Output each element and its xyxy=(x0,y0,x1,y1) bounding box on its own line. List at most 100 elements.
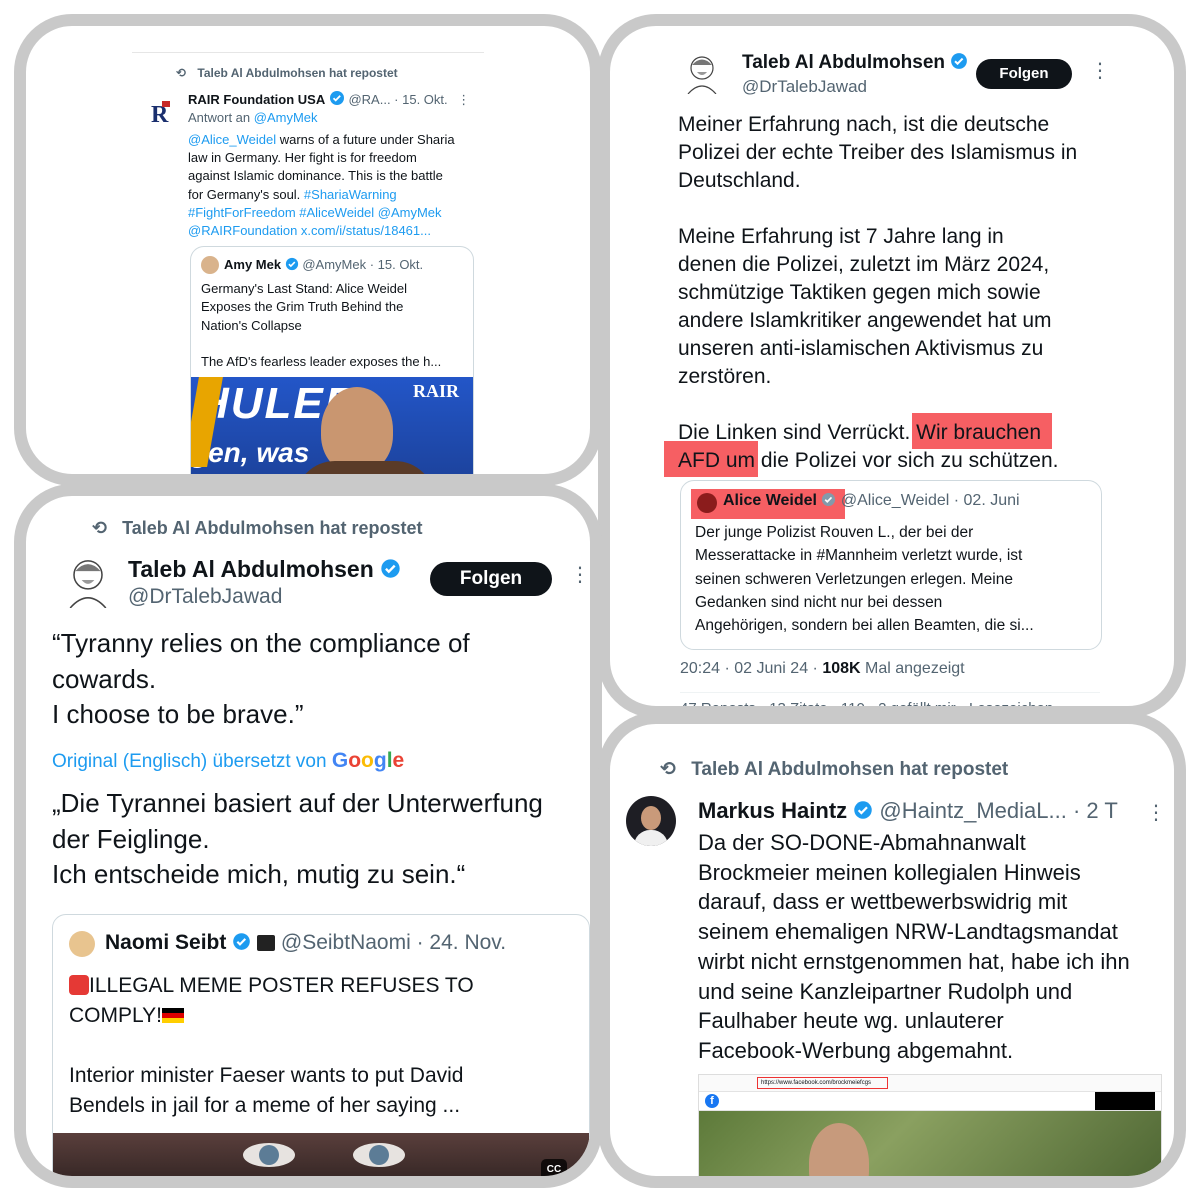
quote-author-row: Naomi Seibt @SeibtNaomi · 24. Nov. xyxy=(105,931,506,955)
facebook-logo-icon: f xyxy=(705,1094,719,1108)
text-line: Meiner Erfahrung nach, ist die deutsche xyxy=(678,113,1050,136)
follow-button[interactable]: Folgen xyxy=(430,562,552,596)
handle-date[interactable]: @RA... · 15. Okt. xyxy=(348,92,447,107)
quote-author-row: Alice Weidel @Alice_Weidel · 02. Juni xyxy=(723,492,1020,510)
text-line: ILLEGAL MEME POSTER REFUSES TO xyxy=(89,974,474,997)
panel-taleb-police-post: Taleb Al Abdulmohsen @DrTalebJawad Folge… xyxy=(598,14,1186,718)
text-line: Gedanken sind nicht nur bei dessen xyxy=(695,593,943,611)
quote-text: Germany's Last Stand: Alice Weidel Expos… xyxy=(201,280,441,371)
text-line: Bendels in jail for a meme of her saying… xyxy=(69,1094,461,1117)
more-options-icon[interactable]: ⋮ xyxy=(1090,58,1110,83)
siren-emoji-icon xyxy=(69,975,89,995)
verified-badge-icon xyxy=(381,559,400,578)
repost-icon: ⟲ xyxy=(660,759,676,780)
screenshot-media[interactable]: https://www.facebook.com/brockmeiefcgs f xyxy=(698,1074,1162,1176)
text-line: und seine Kanzleipartner Rudolph und xyxy=(698,978,1073,1004)
verified-badge-icon xyxy=(233,933,251,950)
text-line: Polizei der echte Treiber des Islamismus… xyxy=(678,141,1078,164)
text-line: The AfD's fearless leader exposes the h.… xyxy=(201,353,442,369)
text-line: Nation's Collapse xyxy=(201,317,302,333)
quoted-post-alice-weidel[interactable]: Alice Weidel @Alice_Weidel · 02. Juni De… xyxy=(680,480,1102,650)
flag-badge-icon xyxy=(257,935,276,951)
post-text-translation: „Die Tyrannei basiert auf der Unterwerfu… xyxy=(52,786,543,893)
text-line: unseren anti-islamischen Aktivismus zu xyxy=(678,337,1044,360)
translation-notice[interactable]: Original (Englisch) übersetzt von Google xyxy=(52,749,404,773)
text-line: Da der SO-DONE-Abmahnanwalt xyxy=(698,830,1026,855)
hashtag-links[interactable]: #FightForFreedom #AliceWeidel @AmyMek xyxy=(188,204,455,222)
author-name[interactable]: Taleb Al Abdulmohsen xyxy=(742,52,945,73)
repost-label: Taleb Al Abdulmohsen hat repostet xyxy=(197,66,398,80)
divider xyxy=(132,52,484,53)
repost-label: Taleb Al Abdulmohsen hat repostet xyxy=(691,759,1009,780)
markus-haintz-avatar[interactable] xyxy=(626,796,676,846)
quote-text: Der junge Polizist Rouven L., der bei de… xyxy=(695,521,1034,637)
text-line: Deutschland. xyxy=(678,169,801,192)
quote-text: ILLEGAL MEME POSTER REFUSES TO COMPLY! I… xyxy=(69,971,474,1121)
reply-to-link[interactable]: @AmyMek xyxy=(254,110,318,125)
redacted-block xyxy=(1095,1092,1155,1110)
more-options-icon[interactable]: ⋮ xyxy=(570,562,590,587)
verified-badge-icon xyxy=(854,801,873,819)
closed-captions-button[interactable]: CC xyxy=(541,1159,567,1176)
text-line: wirbt nicht ernstgenommen hat, habe ich … xyxy=(698,948,1130,974)
facebook-nav-bar xyxy=(699,1092,1161,1111)
more-options-icon[interactable]: ⋮ xyxy=(457,92,470,107)
author-row: Markus Haintz @Haintz_MediaL... · 2 T xyxy=(698,798,1118,824)
view-count: 108K xyxy=(822,660,861,677)
follow-button[interactable]: Folgen xyxy=(976,59,1072,89)
author-name[interactable]: Markus Haintz xyxy=(698,798,847,823)
text-line: Meine Erfahrung ist 7 Jahre lang in xyxy=(678,225,1004,248)
iris-left xyxy=(259,1145,279,1165)
translated-label[interactable]: Original (Englisch) übersetzt von xyxy=(52,751,327,772)
quote-video-thumbnail[interactable]: CC xyxy=(53,1133,589,1176)
avatar-shirt xyxy=(634,830,668,846)
german-flag-icon xyxy=(161,1008,184,1023)
quoted-post-amy-mek[interactable]: Amy Mek @AmyMek · 15. Okt. Germany's Las… xyxy=(190,246,474,474)
quote-media-image[interactable]: HULER gen, was RAIR xyxy=(191,377,473,474)
alice-weidel-avatar xyxy=(697,493,717,513)
text-line: I choose to be brave.” xyxy=(52,699,304,729)
more-options-icon[interactable]: ⋮ xyxy=(1146,800,1166,825)
text-segment: Die Linken sind Verrückt xyxy=(678,421,905,444)
rair-avatar[interactable]: R xyxy=(148,98,176,128)
taleb-avatar-sketch[interactable] xyxy=(680,50,724,95)
text-line: Faulhaber heute wg. unlauterer xyxy=(698,1008,1004,1034)
paragraph-3: Die Linken sind Verrückt. Wir brauchen A… xyxy=(664,413,1148,477)
author-handle[interactable]: @DrTalebJawad xyxy=(128,585,282,609)
text-line: Brockmeier meinen kollegialen Hinweis xyxy=(698,859,1081,885)
highlighted-text: AFD um xyxy=(678,449,756,472)
paragraph-1: Meiner Erfahrung nach, ist die deutsche … xyxy=(678,111,1148,195)
handle-date[interactable]: @Haintz_MediaL... · 2 T xyxy=(879,798,1117,823)
hashtag-link[interactable]: #ShariaWarning xyxy=(304,187,397,202)
facebook-cover-photo xyxy=(699,1111,1161,1176)
text-line: denen die Polizei, zuletzt im März 2024, xyxy=(678,253,1050,276)
text-line: Facebook-Werbung abgemahnt. xyxy=(698,1037,1014,1063)
iris-right xyxy=(369,1145,389,1165)
quoted-post-naomi-seibt[interactable]: Naomi Seibt @SeibtNaomi · 24. Nov. ILLEG… xyxy=(52,914,590,1176)
repost-header: ⟲ Taleb Al Abdulmohsen hat repostet xyxy=(92,518,422,539)
text-line: Exposes the Grim Truth Behind the xyxy=(201,299,404,315)
text-line: Ich entscheide mich, mutig zu sein.“ xyxy=(52,859,466,889)
text-line: Messerattacke in #Mannheim verletzt wurd… xyxy=(695,547,1023,565)
text-line: warns of a future under Sharia xyxy=(276,132,455,147)
verified-grey-badge-icon xyxy=(822,492,836,507)
taleb-avatar-sketch[interactable] xyxy=(60,552,116,609)
author-name[interactable]: Taleb Al Abdulmohsen xyxy=(128,556,374,582)
amy-mek-avatar xyxy=(201,256,219,274)
mention-link[interactable]: @Alice_Weidel xyxy=(188,132,276,147)
author-name[interactable]: RAIR Foundation USA xyxy=(188,92,325,107)
text-line: andere Islamkritiker angewendet hat um xyxy=(678,309,1052,332)
text-line: seinem ehemaligen NRW-Landtagsmandat xyxy=(698,919,1118,945)
author-row: Taleb Al Abdulmohsen xyxy=(128,556,401,583)
naomi-seibt-avatar xyxy=(69,931,95,957)
repost-header: ⟲ Taleb Al Abdulmohsen hat repostet xyxy=(660,758,1008,781)
speaker-jacket xyxy=(295,461,435,474)
quote-author: Amy Mek xyxy=(224,257,282,272)
author-handle[interactable]: @DrTalebJawad xyxy=(742,77,867,97)
panel-haintz-repost: ⟲ Taleb Al Abdulmohsen hat repostet Mark… xyxy=(598,712,1186,1188)
links[interactable]: @RAIRFoundation x.com/i/status/18461... xyxy=(188,222,455,240)
quote-author-row: Amy Mek @AmyMek · 15. Okt. xyxy=(224,257,423,272)
highlighted-text: . Wir brauchen xyxy=(904,421,1042,444)
reply-to-row: Antwort an @AmyMek xyxy=(188,110,318,125)
timestamp[interactable]: 20:24 · 02 Juni 24 · xyxy=(680,660,822,677)
